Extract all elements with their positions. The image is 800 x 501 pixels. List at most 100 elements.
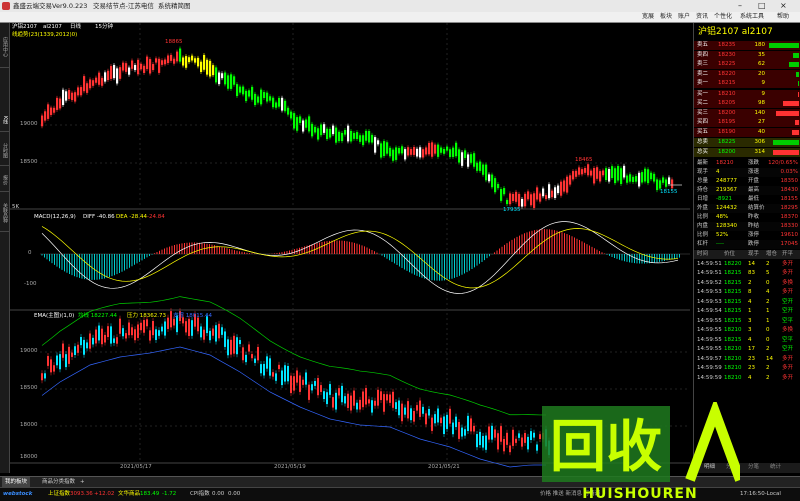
candle-body — [572, 171, 575, 180]
ema-candle-body — [89, 333, 91, 349]
ema-candle-body — [470, 418, 472, 432]
server-node[interactable]: 交易结节点-江苏电信 — [93, 0, 154, 12]
menu-item-help[interactable]: 帮助 — [777, 12, 789, 22]
ema-candle-body — [287, 365, 289, 382]
ask-row[interactable]: 卖五 18235 180 — [694, 41, 800, 50]
tick-row[interactable]: 14:59:52 18215 2 0 多换 — [694, 279, 800, 288]
bid-row[interactable]: 买三 18200 140 — [694, 108, 800, 118]
stat-key: 涨停 — [748, 232, 760, 238]
bid-price[interactable]: 18195 — [718, 118, 736, 127]
stat-value: 18295 — [780, 205, 799, 211]
ask-price[interactable]: 18230 — [718, 51, 736, 60]
candle-body — [392, 149, 395, 161]
ema-candle-body — [323, 391, 325, 400]
ema-candle-body — [278, 364, 280, 370]
tick-row[interactable]: 14:59:51 18220 14 2 多开 — [694, 260, 800, 269]
chart-mode[interactable]: 日线 — [70, 24, 81, 31]
close-button[interactable]: × — [780, 0, 787, 12]
index-shanghai-name[interactable]: 上证指数 — [48, 488, 70, 501]
candle-body — [197, 57, 200, 67]
ema-label[interactable]: EMA(主图)(1,0) — [34, 313, 74, 320]
bid-row[interactable]: 买二 18205 98 — [694, 99, 800, 108]
tick-row[interactable]: 14:59:59 18210 23 2 多开 — [694, 364, 800, 373]
chart-area[interactable]: 沪铝2107 al2107 日线 15分钟 线趋势(23(1339,2012)0… — [10, 23, 690, 473]
bid-price[interactable]: 18210 — [718, 90, 736, 99]
tick-row[interactable]: 14:59:51 18215 83 5 多开 — [694, 269, 800, 278]
ema-candle-body — [431, 417, 433, 431]
menu-item-tools[interactable]: 系统工具 — [740, 12, 764, 22]
tick-row[interactable]: 14:59:53 18215 8 4 多开 — [694, 288, 800, 297]
menu-item-expand[interactable]: 宽展 — [642, 12, 654, 22]
candle-body — [188, 57, 191, 63]
tick-row[interactable]: 14:59:55 18215 3 1 空平 — [694, 317, 800, 326]
left-tab-kline[interactable]: K线 — [0, 109, 9, 132]
tick-time: 14:59:59 — [697, 374, 722, 381]
ema-candle-body — [359, 399, 361, 410]
ask-row[interactable]: 卖三 18225 62 — [694, 60, 800, 69]
ema-candle-body — [158, 330, 160, 336]
menu-item-sectors[interactable]: 板块 — [660, 12, 672, 22]
index-cpi-name[interactable]: CPI指数 — [190, 488, 210, 501]
macd-label[interactable]: MACD(12,26,9) — [34, 214, 76, 221]
bid-price[interactable]: 18190 — [718, 128, 736, 137]
ask-price[interactable]: 18220 — [718, 70, 736, 79]
tick-row[interactable]: 14:59:55 18210 3 0 多换 — [694, 326, 800, 335]
candle-body — [647, 169, 650, 184]
bid-row[interactable]: 买四 18195 27 — [694, 118, 800, 127]
total-row: 总卖 18225 306 — [694, 138, 800, 147]
bid-row[interactable]: 买一 18210 9 — [694, 89, 800, 99]
ask-row[interactable]: 卖四 18230 35 — [694, 50, 800, 60]
trend-indicator-label[interactable]: 线趋势(23(1339,2012)0) — [12, 32, 77, 39]
ema-candle-body — [131, 327, 133, 336]
chart-canvas[interactable] — [10, 23, 690, 473]
tick-row[interactable]: 14:59:57 18210 23 14 多开 — [694, 355, 800, 364]
layout-name[interactable]: 系统精简图 — [158, 0, 191, 12]
ask-price[interactable]: 18235 — [718, 41, 736, 50]
tick-row[interactable]: 14:59:55 18210 17 2 空开 — [694, 345, 800, 354]
tick-row[interactable]: 14:59:53 18215 4 2 空开 — [694, 298, 800, 307]
candle-body — [44, 111, 47, 121]
maximize-button[interactable]: □ — [758, 0, 766, 12]
left-tab-related[interactable]: 关联品种 — [0, 195, 9, 232]
bid-label: 买四 — [697, 119, 709, 125]
tab-detail[interactable]: 明细 — [704, 463, 715, 472]
minimize-button[interactable]: – — [738, 0, 742, 12]
tab-statistics[interactable]: 统计 — [770, 463, 781, 472]
ask-row[interactable]: 卖二 18220 20 — [694, 69, 800, 79]
index-wenhua-name[interactable]: 文华商品 — [118, 488, 140, 501]
stat-row: 外盘 124432 结算价 18295 — [694, 204, 800, 213]
left-tab-quote[interactable]: 报价 — [0, 169, 9, 192]
bid-row[interactable]: 买五 18190 40 — [694, 127, 800, 137]
menu-item-news[interactable]: 资讯 — [696, 12, 708, 22]
candle-body — [635, 176, 638, 182]
ema-axis-label: 18000 — [20, 454, 38, 460]
menu-item-account[interactable]: 账户 — [678, 12, 690, 22]
bid-price[interactable]: 18205 — [718, 99, 736, 108]
tick-row[interactable]: 14:59:55 18215 4 0 空平 — [694, 336, 800, 345]
chart-period[interactable]: 15分钟 — [95, 24, 113, 31]
left-tab-app-center[interactable]: 应用中心 — [0, 27, 9, 68]
candle-body — [410, 149, 413, 155]
tab-commodity-index[interactable]: 商品分类指数 — [42, 477, 75, 487]
candle-body — [599, 171, 602, 182]
ask-price[interactable]: 18225 — [718, 60, 736, 69]
tick-time: 14:59:57 — [697, 355, 722, 362]
ema-candle-body — [515, 438, 517, 443]
tick-row[interactable]: 14:59:54 18215 1 1 空开 — [694, 307, 800, 316]
tab-tick-detail[interactable]: 分笔 — [748, 463, 759, 472]
status-links[interactable]: 价格 推送 新消息 行情通 — [540, 488, 600, 501]
menu-item-personalize[interactable]: 个性化 — [714, 12, 732, 22]
ema-candle-body — [53, 365, 55, 372]
ask-price[interactable]: 18215 — [718, 79, 736, 88]
tick-row[interactable]: 14:59:59 18210 4 2 多开 — [694, 374, 800, 383]
ask-row[interactable]: 卖一 18215 9 — [694, 79, 800, 88]
stat-key: 比例 — [697, 232, 709, 238]
tick-price: 18210 — [724, 346, 742, 352]
add-tab-button[interactable]: + — [80, 477, 85, 487]
candle-body — [224, 72, 227, 85]
ema-candle-body — [467, 415, 469, 432]
tab-my-sector[interactable]: 我的板块 — [2, 477, 31, 487]
tab-price-distribution[interactable]: 分价 — [726, 463, 737, 472]
left-tab-timeshare[interactable]: 分时图 — [0, 135, 9, 166]
bid-price[interactable]: 18200 — [718, 109, 736, 118]
